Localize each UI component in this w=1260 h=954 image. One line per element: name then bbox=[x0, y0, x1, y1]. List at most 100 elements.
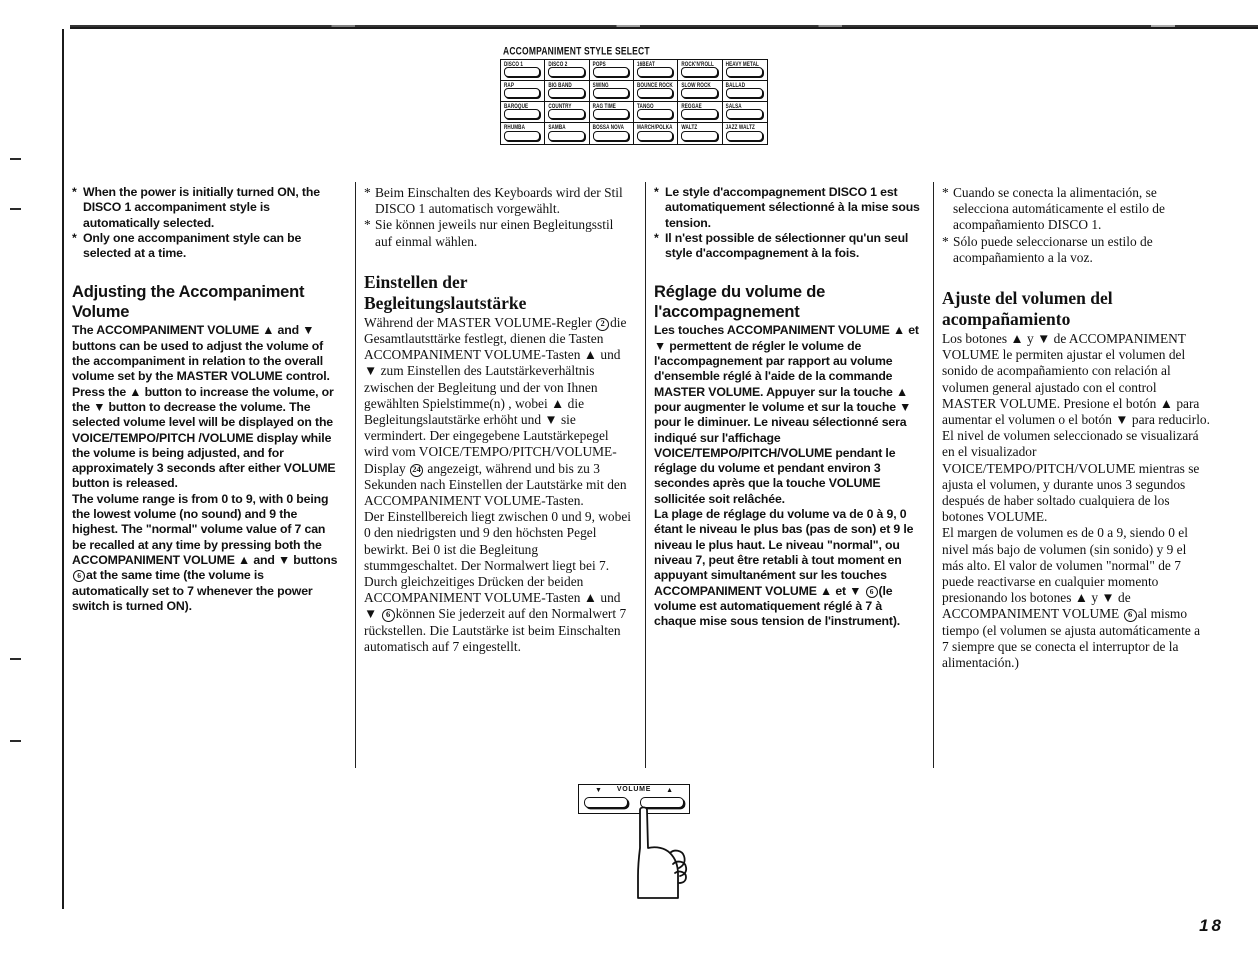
reference-badge: 6 bbox=[381, 609, 395, 623]
style-button-key[interactable] bbox=[681, 131, 718, 141]
style-button-rock-n-roll[interactable]: ROCK'N'ROLL bbox=[678, 60, 723, 81]
style-button-key[interactable] bbox=[504, 88, 541, 98]
margin-tick bbox=[10, 158, 21, 160]
notes-list-german: * Beim Einschalten des Keyboards wird der… bbox=[364, 185, 632, 250]
style-button-pops[interactable]: POPS bbox=[589, 60, 634, 81]
section-heading-english: Adjusting the Accompaniment Volume bbox=[72, 283, 305, 321]
style-button-samba[interactable]: SAMBA bbox=[545, 123, 590, 144]
style-button-key[interactable] bbox=[636, 67, 674, 77]
style-button-key[interactable] bbox=[725, 131, 763, 141]
style-button-swing[interactable]: SWING bbox=[589, 81, 634, 102]
note-item: * Le style d'accompagnement DISCO 1 est a… bbox=[654, 185, 920, 230]
reference-badge: 24 bbox=[410, 463, 424, 477]
style-button-rap[interactable]: RAP bbox=[501, 81, 546, 102]
style-button-disco-2[interactable]: DISCO 2 bbox=[545, 60, 590, 81]
section-heading-german: Einstellen der Begleitungslautstärke bbox=[364, 271, 527, 313]
paragraph-german-2: Der Einstellbereich liegt zwischen 0 und… bbox=[364, 509, 631, 654]
column-french: * Le style d'accompagnement DISCO 1 est a… bbox=[646, 182, 934, 785]
note-item: * Cuando se conecta la alimentación, se s… bbox=[942, 185, 1165, 233]
paragraph-english-2: The volume range is from 0 to 9, with 0 … bbox=[72, 491, 338, 613]
paragraph-german-1: Während der MASTER VOLUME-Regler 2 die Ge… bbox=[364, 314, 627, 509]
pointing-hand-icon bbox=[637, 806, 688, 899]
note-item: * Il n'est possible de sélectionner qu'un… bbox=[654, 230, 909, 261]
volume-down-button[interactable] bbox=[584, 797, 628, 808]
style-button-key[interactable] bbox=[504, 131, 541, 141]
style-button-rhumba[interactable]: RHUMBA bbox=[501, 123, 546, 144]
style-button-key[interactable] bbox=[548, 88, 585, 98]
style-button-key[interactable] bbox=[592, 109, 629, 119]
style-button-grid: DISCO 1 DISCO 2 POPS 16BEAT ROCK'N'ROLL HEAVY… bbox=[500, 59, 768, 145]
style-button-tango[interactable]: TANGO bbox=[633, 102, 679, 123]
style-button-key[interactable] bbox=[725, 88, 763, 98]
paragraph-english-1: The ACCOMPANIMENT VOLUME ▲ and ▼ buttons… bbox=[72, 323, 336, 491]
style-button-heavy-metal[interactable]: HEAVY METAL bbox=[722, 60, 767, 81]
note-item: * Sie können jeweils nur einen Begleitung… bbox=[364, 217, 614, 249]
panel-title: ACCOMPANIMENT STYLE SELECT bbox=[503, 44, 650, 58]
style-button-key[interactable] bbox=[681, 109, 718, 119]
paragraph-french-2: La plage de réglage du volume va de 0 à … bbox=[654, 507, 914, 629]
reference-badge: 6 bbox=[865, 585, 878, 598]
style-button-rag-time[interactable]: RAG TIME bbox=[589, 102, 634, 123]
style-button-salsa[interactable]: SALSA bbox=[722, 102, 767, 123]
asterisk-icon: * bbox=[364, 185, 371, 200]
style-button-key[interactable] bbox=[548, 67, 585, 77]
style-button-key[interactable] bbox=[636, 131, 674, 141]
page-number: 18 bbox=[1199, 916, 1224, 935]
notes-list-spanish: * Cuando se conecta la alimentación, se s… bbox=[942, 185, 1210, 266]
asterisk-icon: * bbox=[72, 185, 77, 199]
margin-tick bbox=[10, 208, 21, 210]
paragraph-spanish-1: Los botones ▲ y ▼ de ACCOMPANIMENT VOLUM… bbox=[942, 331, 1210, 525]
style-button-key[interactable] bbox=[592, 88, 629, 98]
style-button-baroque[interactable]: BAROQUE bbox=[501, 102, 546, 123]
style-button-disco-1[interactable]: DISCO 1 bbox=[501, 60, 546, 81]
style-button-big-band[interactable]: BIG BAND bbox=[545, 81, 590, 102]
style-button-reggae[interactable]: REGGAE bbox=[678, 102, 723, 123]
style-button-key[interactable] bbox=[548, 109, 585, 119]
style-button-march-polka[interactable]: MARCH/POLKA bbox=[634, 123, 679, 144]
style-button-key[interactable] bbox=[548, 131, 585, 141]
note-item: * Sólo puede seleccionarse un estilo de a… bbox=[942, 233, 1153, 265]
note-item: * Beim Einschalten des Keyboards wird der… bbox=[364, 185, 623, 217]
style-button-slow-rock[interactable]: SLOW ROCK bbox=[678, 81, 723, 102]
style-button-key[interactable] bbox=[725, 67, 763, 77]
style-button-key[interactable] bbox=[636, 109, 674, 119]
asterisk-icon: * bbox=[942, 233, 949, 249]
margin-tick bbox=[10, 740, 21, 742]
style-button-waltz[interactable]: WALTZ bbox=[678, 123, 723, 144]
style-button-key[interactable] bbox=[592, 131, 629, 141]
notes-list-french: * Le style d'accompagnement DISCO 1 est a… bbox=[654, 185, 920, 261]
style-button-ballad[interactable]: BALLAD bbox=[722, 81, 767, 102]
volume-button-figure: ▼ VOLUME ▲ bbox=[578, 784, 690, 904]
margin-tick bbox=[10, 658, 21, 660]
style-button-key[interactable] bbox=[504, 67, 541, 77]
note-item: * When the power is initially turned ON, … bbox=[72, 185, 320, 230]
style-button-key[interactable] bbox=[592, 67, 629, 77]
reference-badge: 2 bbox=[596, 317, 610, 331]
style-button-jazz-waltz[interactable]: JAZZ WALTZ bbox=[723, 123, 767, 144]
paragraph-spanish-2: El margen de volumen es de 0 a 9, siendo… bbox=[942, 525, 1201, 671]
asterisk-icon: * bbox=[654, 185, 659, 199]
asterisk-icon: * bbox=[654, 230, 659, 245]
volume-up-arrow-icon: ▲ bbox=[666, 786, 673, 794]
style-button-16beat[interactable]: 16BEAT bbox=[633, 60, 679, 81]
manual-page: ACCOMPANIMENT STYLE SELECT DISCO 1 DISCO … bbox=[0, 0, 1260, 954]
style-button-bossa-nova[interactable]: BOSSA NOVA bbox=[590, 123, 634, 144]
asterisk-icon: * bbox=[364, 217, 371, 233]
notes-list-english: * When the power is initially turned ON, … bbox=[72, 185, 342, 261]
style-button-bounce-rock[interactable]: BOUNCE ROCK bbox=[633, 81, 679, 102]
style-button-key[interactable] bbox=[681, 67, 718, 77]
column-german: * Beim Einschalten des Keyboards wird der… bbox=[356, 182, 646, 785]
page-top-rule bbox=[70, 25, 1258, 29]
accompaniment-style-select-panel: ACCOMPANIMENT STYLE SELECT DISCO 1 DISCO … bbox=[500, 44, 768, 145]
asterisk-icon: * bbox=[942, 185, 949, 200]
column-english: * When the power is initially turned ON, … bbox=[64, 182, 356, 785]
style-button-key[interactable] bbox=[504, 109, 541, 119]
style-button-country[interactable]: COUNTRY bbox=[545, 102, 590, 123]
style-button-key[interactable] bbox=[681, 88, 718, 98]
reference-badge: 6 bbox=[1123, 609, 1137, 623]
style-button-key[interactable] bbox=[636, 88, 674, 98]
section-heading-spanish: Ajuste del volumen del acompañamiento bbox=[942, 288, 1113, 330]
section-heading-french: Réglage du volume de l'accompagnement bbox=[654, 283, 826, 321]
style-button-key[interactable] bbox=[725, 109, 763, 119]
language-columns: * When the power is initially turned ON, … bbox=[64, 182, 1224, 785]
